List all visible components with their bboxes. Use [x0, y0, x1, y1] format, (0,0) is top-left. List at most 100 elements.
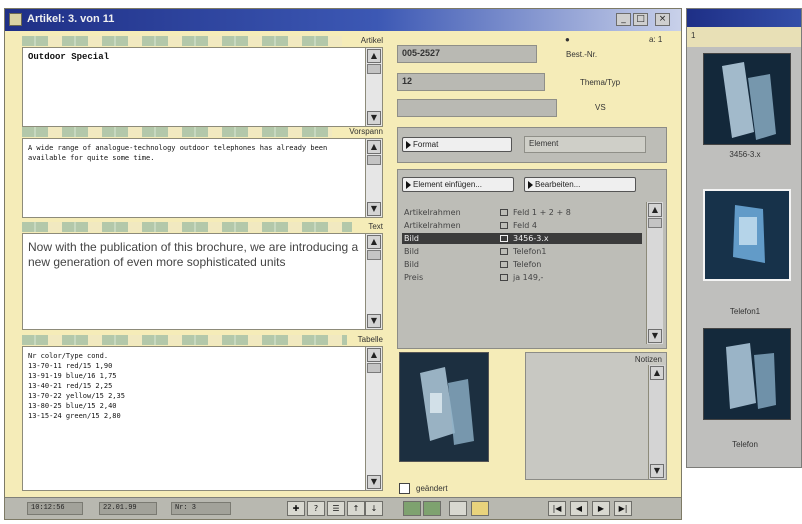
phone-image-icon: [705, 191, 789, 279]
phone-image-icon: [400, 353, 488, 461]
notizen-panel[interactable]: Notizen ▲ ▼: [525, 352, 667, 480]
tabelle-scrollbar[interactable]: ▲ ▼: [365, 347, 382, 490]
text-header-strip: [22, 222, 352, 232]
frame-icon: [500, 209, 508, 216]
scroll-down-icon[interactable]: ▼: [648, 329, 662, 343]
image-icon: [500, 261, 508, 268]
thumbnail-title-bar[interactable]: [687, 9, 801, 27]
scroll-down-icon[interactable]: ▼: [367, 314, 381, 328]
lock-icon[interactable]: [449, 501, 467, 516]
minimize-button[interactable]: _: [616, 13, 631, 26]
phone-image-icon: [704, 54, 790, 144]
scroll-thumb[interactable]: [367, 155, 381, 165]
close-button[interactable]: ×: [655, 13, 670, 26]
help-icon[interactable]: ?: [307, 501, 325, 516]
list-item[interactable]: Bild Telefon: [402, 259, 642, 270]
artikel-value[interactable]: Outdoor Special: [28, 52, 360, 63]
maximize-button[interactable]: □: [633, 13, 648, 26]
image-icon: [500, 235, 508, 242]
sort-up-icon[interactable]: ↑: [347, 501, 365, 516]
vorspann-value[interactable]: A wide range of analogue-technology outd…: [28, 143, 360, 163]
list-item[interactable]: Bild Telefon1: [402, 246, 642, 257]
geaendert-label: geändert: [416, 484, 448, 493]
table-row: 13-91-19 blue/16 1,75: [28, 372, 117, 380]
elements-scrollbar[interactable]: ▲ ▼: [646, 202, 663, 344]
yellow-note-icon[interactable]: [471, 501, 489, 516]
table-row: 13-15-24 green/15 2,80: [28, 412, 121, 420]
green-arrow-left-icon[interactable]: [403, 501, 421, 516]
title-bar[interactable]: Artikel: 3. von 11 _ □ ×: [5, 9, 681, 31]
list-icon[interactable]: ☰: [327, 501, 345, 516]
scroll-down-icon[interactable]: ▼: [367, 111, 381, 125]
next-record-icon[interactable]: ▶: [592, 501, 610, 516]
text-scrollbar[interactable]: ▲ ▼: [365, 234, 382, 329]
table-row: Nr color/Type cond.: [28, 352, 109, 360]
vorspann-scrollbar[interactable]: ▲ ▼: [365, 139, 382, 217]
article-window: Artikel: 3. von 11 _ □ × Artikel Outdoor…: [4, 8, 682, 520]
tabelle-header-strip: [22, 335, 347, 345]
table-row: 13-70-22 yellow/15 2,35: [28, 392, 125, 400]
vorspann-field[interactable]: A wide range of analogue-technology outd…: [22, 138, 383, 218]
thumbnail-header: 1: [687, 27, 801, 47]
scroll-up-icon[interactable]: ▲: [367, 49, 381, 63]
element-insert-button[interactable]: Element einfügen...: [402, 177, 514, 192]
thumbnail-2-label: Telefon1: [729, 307, 761, 316]
scroll-thumb[interactable]: [367, 64, 381, 74]
best-nr-field[interactable]: 005-2527: [397, 45, 537, 63]
scroll-thumb[interactable]: [367, 250, 381, 260]
text-value[interactable]: Now with the publication of this brochur…: [28, 240, 360, 270]
artikel-scrollbar[interactable]: ▲ ▼: [365, 48, 382, 126]
tool-icon[interactable]: ✚: [287, 501, 305, 516]
geaendert-checkbox[interactable]: [399, 483, 410, 494]
first-record-icon[interactable]: |◀: [548, 501, 566, 516]
thema-label: Thema/Typ: [580, 78, 621, 87]
thumbnail-2[interactable]: [703, 189, 791, 281]
sort-down-icon[interactable]: ↓: [365, 501, 383, 516]
thema-field[interactable]: 12: [397, 73, 545, 91]
best-nr-label: Best.-Nr.: [566, 50, 598, 59]
prev-record-icon[interactable]: ◀: [570, 501, 588, 516]
tabelle-label: Tabelle: [357, 335, 383, 344]
scroll-down-icon[interactable]: ▼: [367, 475, 381, 489]
scroll-thumb[interactable]: [648, 218, 662, 228]
window-title: Artikel: 3. von 11: [27, 13, 115, 25]
status-record: Nr: 3: [171, 502, 231, 515]
thumbnail-3[interactable]: [703, 328, 791, 420]
thumbnail-1[interactable]: [703, 53, 791, 145]
table-row: 13-70-11 red/15 1,90: [28, 362, 113, 370]
seite-label: VS: [595, 103, 606, 112]
table-row: 13-40-21 red/15 2,25: [28, 382, 113, 390]
text-field[interactable]: Now with the publication of this brochur…: [22, 233, 383, 330]
elements-panel: Element einfügen... Bearbeiten... Artike…: [397, 169, 667, 349]
artikel-field[interactable]: Outdoor Special ▲ ▼: [22, 47, 383, 127]
scroll-down-icon[interactable]: ▼: [650, 464, 664, 478]
status-bar: 10:12:56 22.01.99 Nr: 3 ✚ ? ☰ ↑ ↓ |◀ ◀ ▶…: [5, 497, 681, 519]
thumbnail-window: 1 3456-3.x Telefon1 Telefon: [686, 8, 802, 468]
scroll-up-icon[interactable]: ▲: [648, 203, 662, 217]
scroll-up-icon[interactable]: ▲: [367, 140, 381, 154]
edit-button[interactable]: Bearbeiten...: [524, 177, 636, 192]
thumbnail-1-label: 3456-3.x: [729, 150, 761, 159]
tabelle-field[interactable]: Nr color/Type cond. 13-70-11 red/15 1,90…: [22, 346, 383, 491]
list-item-selected[interactable]: Bild 3456-3.x: [402, 233, 642, 244]
vorspann-header-strip: [22, 127, 332, 137]
tabelle-lines[interactable]: Nr color/Type cond. 13-70-11 red/15 1,90…: [28, 351, 360, 421]
scroll-thumb[interactable]: [367, 363, 381, 373]
price-icon: [500, 274, 508, 281]
notizen-scrollbar[interactable]: ▲ ▼: [648, 365, 665, 479]
artikel-header-strip: [22, 36, 342, 46]
scroll-up-icon[interactable]: ▲: [367, 348, 381, 362]
last-record-icon[interactable]: ▶|: [614, 501, 632, 516]
list-item[interactable]: Preis ja 149,-: [402, 272, 642, 283]
scroll-down-icon[interactable]: ▼: [367, 202, 381, 216]
format-value[interactable]: Element: [524, 136, 646, 153]
scroll-up-icon[interactable]: ▲: [650, 366, 664, 380]
seite-field[interactable]: [397, 99, 557, 117]
artikel-label: Artikel: [360, 36, 383, 45]
green-arrow-right-icon[interactable]: [423, 501, 441, 516]
format-button[interactable]: Format: [402, 137, 512, 152]
list-item[interactable]: Artikelrahmen Feld 4: [402, 220, 642, 231]
list-item[interactable]: Artikelrahmen Feld 1 + 2 + 8: [402, 207, 642, 218]
scroll-up-icon[interactable]: ▲: [367, 235, 381, 249]
app-icon: [9, 13, 22, 26]
